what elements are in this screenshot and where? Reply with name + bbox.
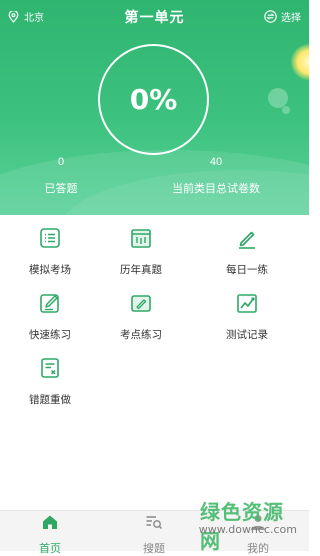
page-title: 第一单元 — [124, 9, 185, 25]
select-label: 选择 — [281, 13, 301, 24]
watermark: 绿色资源网 www.downcc.com — [198, 496, 309, 553]
sun-decoration — [291, 44, 309, 80]
menu-item-test-records[interactable]: 测试记录 — [197, 292, 297, 342]
menu-item-redo-wrong[interactable]: 错题重做 — [0, 357, 100, 407]
menu-item-label: 模拟考场 — [29, 264, 71, 276]
watermark-en: www.downcc.com — [198, 523, 297, 536]
tab-label: 搜题 — [143, 543, 165, 555]
answered-label: 已答题 — [44, 183, 78, 195]
answered-value: 0 — [57, 156, 65, 168]
menu-item-key-point-practice[interactable]: 考点练习 — [91, 292, 191, 342]
home-icon — [43, 515, 57, 529]
swap-icon — [264, 10, 277, 23]
menu-item-label: 快速练习 — [29, 329, 71, 341]
header-banner: 北京 第一单元 选择 0% 0 已答题 40 当前类目总试卷数 — [0, 0, 309, 215]
menu-item-daily-practice[interactable]: 每日一练 — [197, 227, 297, 277]
menu-item-past-papers[interactable]: 历年真题 — [91, 227, 191, 277]
calendar-book-icon — [131, 229, 151, 248]
menu-item-label: 历年真题 — [120, 264, 162, 276]
search-list-icon — [146, 516, 162, 529]
total-papers-value: 40 — [209, 156, 223, 168]
note-pen-icon — [131, 295, 151, 312]
menu-item-label: 考点练习 — [120, 329, 162, 341]
menu-item-label: 错题重做 — [29, 394, 71, 406]
bubble-decoration — [268, 88, 288, 108]
edit-box-icon — [40, 294, 59, 313]
answered-stat: 0 已答题 — [40, 156, 82, 196]
total-papers-stat: 40 当前类目总试卷数 — [160, 156, 272, 196]
menu-item-label: 测试记录 — [226, 329, 268, 341]
menu-item-mock-exam[interactable]: 模拟考场 — [0, 227, 100, 277]
progress-percent: 0% — [129, 83, 178, 116]
chart-trend-icon — [237, 294, 257, 313]
pencil-icon — [239, 231, 255, 249]
menu-item-label: 每日一练 — [226, 264, 268, 276]
total-papers-label: 当前类目总试卷数 — [172, 183, 260, 195]
list-doc-icon — [40, 228, 60, 248]
top-bar: 北京 第一单元 选择 — [0, 0, 309, 32]
menu-item-quick-practice[interactable]: 快速练习 — [0, 292, 100, 342]
select-button[interactable]: 选择 — [264, 9, 301, 24]
doc-x-icon — [41, 358, 59, 378]
bubble-decoration — [282, 106, 290, 114]
progress-ring: 0% — [98, 44, 209, 155]
tab-label: 首页 — [39, 543, 61, 555]
